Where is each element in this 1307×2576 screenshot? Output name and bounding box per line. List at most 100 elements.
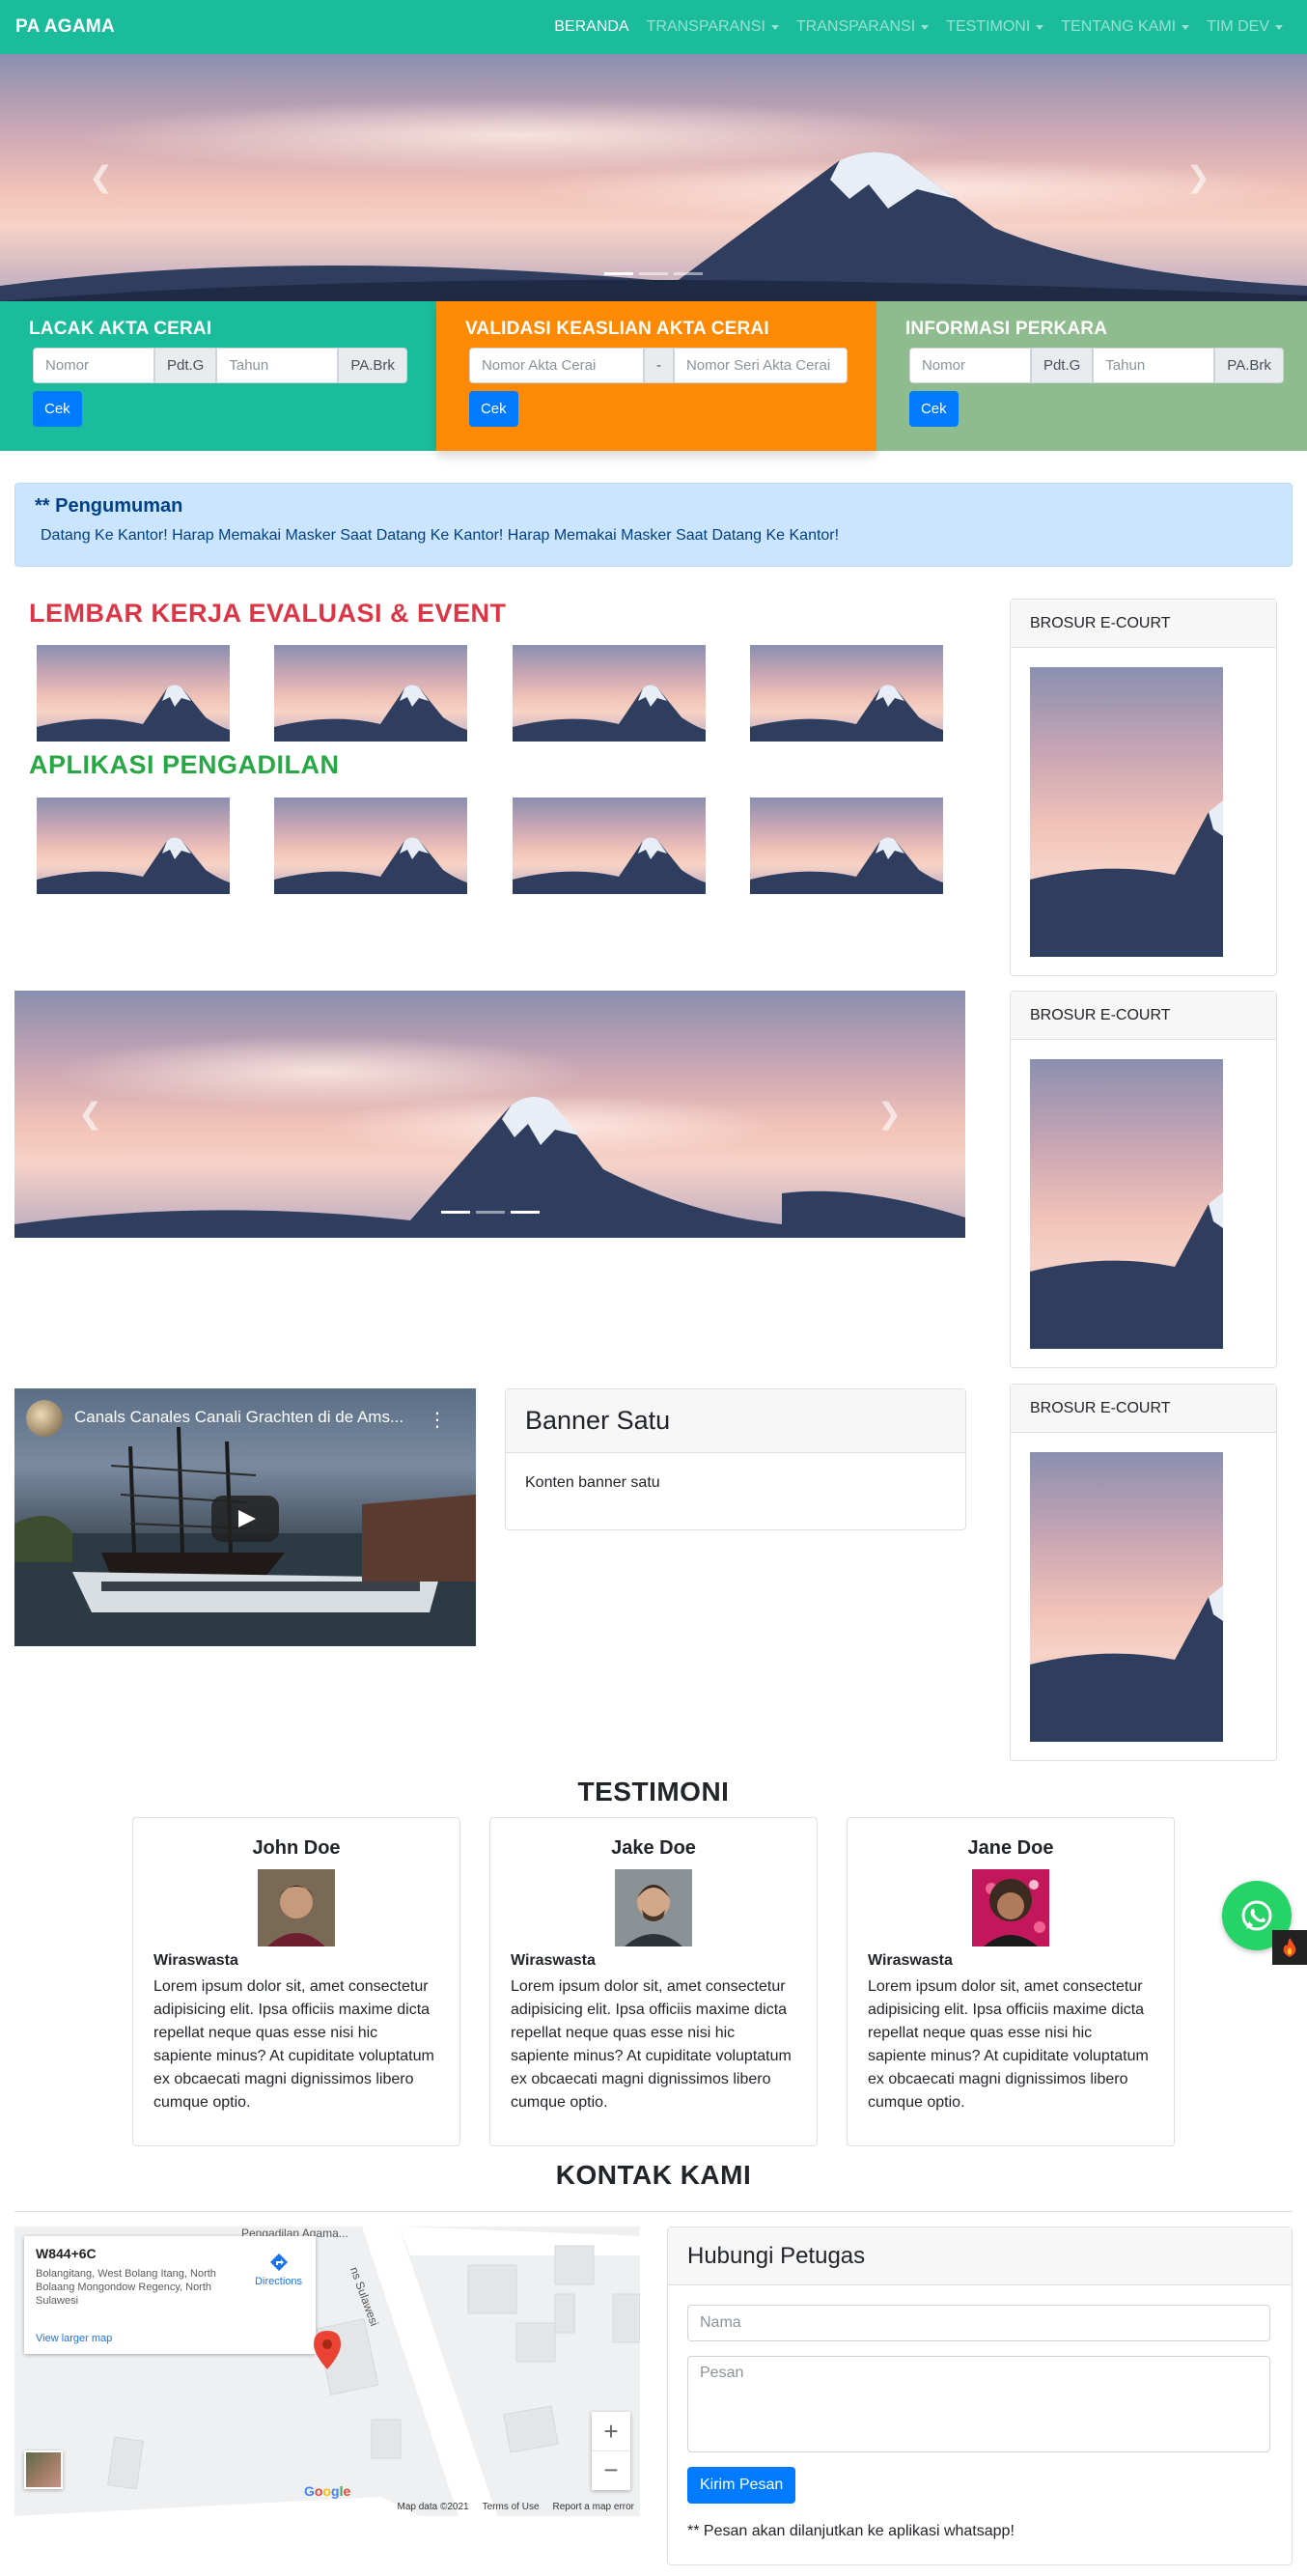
announcement-alert: ** Pengumuman Datang Ke Kantor! Harap Me… <box>14 483 1293 567</box>
nav-label: BERANDA <box>554 18 629 35</box>
panel-informasi-perkara: INFORMASI PERKARA Pdt.G PA.Brk Cek <box>876 301 1307 451</box>
perkara-tahun-input[interactable] <box>1093 348 1215 383</box>
view-larger-map-link[interactable]: View larger map <box>36 2333 112 2344</box>
message-textarea[interactable] <box>687 2356 1270 2452</box>
testimoni-role: Wiraswasta <box>868 1952 953 1969</box>
map-info-box: W844+6C Bolangitang, West Bolang Itang, … <box>24 2236 316 2354</box>
thumbnail-image[interactable] <box>37 645 230 742</box>
nomor-seri-input[interactable] <box>673 348 848 383</box>
nav-label: TRANSPARANSI <box>795 18 916 35</box>
brosur-card-2: BROSUR E-COURT <box>1010 991 1277 1368</box>
channel-avatar[interactable] <box>26 1400 63 1437</box>
brosur-image[interactable] <box>1030 1452 1223 1742</box>
thumbnail-image[interactable] <box>274 645 467 742</box>
nav-item-tim-dev[interactable]: TIM DEV <box>1198 18 1292 36</box>
lacak-nomor-input[interactable] <box>33 348 154 383</box>
brand-logo[interactable]: PA AGAMA <box>15 16 115 38</box>
map-footer: Map data ©2021 Terms of Use Report a map… <box>398 2502 634 2512</box>
thumbnail-image[interactable] <box>274 798 467 894</box>
testimoni-role: Wiraswasta <box>153 1952 238 1969</box>
directions-button[interactable]: Directions <box>255 2252 302 2287</box>
carousel-indicator[interactable] <box>440 1211 470 1214</box>
carousel-next-icon[interactable]: ❯ <box>1186 161 1210 195</box>
testimoni-card-john: John Doe Wiraswasta Lorem ipsum dolor si… <box>132 1817 460 2146</box>
perkara-cek-button[interactable]: Cek <box>908 391 959 427</box>
section-title-aplikasi: APLIKASI PENGADILAN <box>29 750 340 779</box>
brosur-image[interactable] <box>1030 1059 1223 1349</box>
perkara-input-group: Pdt.G PA.Brk <box>908 348 1284 383</box>
brosur-card-title: BROSUR E-COURT <box>1011 992 1276 1040</box>
avatar <box>615 1869 692 1946</box>
nav-item-transparansi-2[interactable]: TRANSPARANSI <box>788 18 937 36</box>
google-map[interactable]: Pengadilan Agama... ns Sulawesi W844+6C … <box>14 2226 640 2516</box>
play-icon[interactable] <box>211 1496 279 1542</box>
validasi-cek-button[interactable]: Cek <box>468 391 518 427</box>
terms-link[interactable]: Terms of Use <box>483 2502 540 2512</box>
brosur-card-3: BROSUR E-COURT <box>1010 1384 1277 1761</box>
form-note: ** Pesan akan dilanjutkan ke aplikasi wh… <box>687 2523 1015 2539</box>
nav-item-testimoni[interactable]: TESTIMONI <box>937 18 1052 36</box>
carousel-indicators <box>440 1211 540 1214</box>
carousel-next-icon[interactable]: ❯ <box>877 1098 902 1132</box>
avatar <box>972 1869 1049 1946</box>
carousel-indicator[interactable] <box>674 272 703 275</box>
hero-carousel: ❮ ❯ <box>0 54 1307 301</box>
caret-down-icon <box>1182 24 1190 30</box>
caret-down-icon <box>921 24 930 30</box>
brosur-card-title: BROSUR E-COURT <box>1011 1385 1276 1433</box>
testimoni-name: Jake Doe <box>611 1837 696 1859</box>
banner-content: Konten banner satu <box>525 1474 660 1491</box>
carousel-prev-icon[interactable]: ❮ <box>89 161 113 195</box>
thumbnail-image[interactable] <box>750 645 943 742</box>
nav-item-transparansi-1[interactable]: TRANSPARANSI <box>638 18 788 36</box>
send-message-button[interactable]: Kirim Pesan <box>687 2467 796 2504</box>
nav-label: TESTIMONI <box>946 18 1031 35</box>
panel-title: INFORMASI PERKARA <box>904 319 1108 339</box>
map-address: Bolangitang, West Bolang Itang, North Bo… <box>36 2268 216 2307</box>
nav-item-tentang-kami[interactable]: TENTANG KAMI <box>1052 18 1198 36</box>
testimoni-name: Jane Doe <box>967 1837 1054 1859</box>
lacak-tahun-input[interactable] <box>216 348 339 383</box>
caret-down-icon <box>1036 24 1044 30</box>
nomor-akta-input[interactable] <box>468 348 644 383</box>
report-error-link[interactable]: Report a map error <box>553 2502 634 2512</box>
testimoni-text: Lorem ipsum dolor sit, amet consectetur … <box>153 1978 434 2111</box>
zoom-out-button[interactable]: − <box>592 2450 630 2489</box>
thumbnail-image[interactable] <box>750 798 943 894</box>
addon-pdtg: Pdt.G <box>1030 348 1094 383</box>
lacak-cek-button[interactable]: Cek <box>33 391 82 427</box>
more-vert-icon[interactable]: ⋮ <box>428 1408 447 1432</box>
zoom-in-button[interactable]: + <box>592 2412 630 2450</box>
divider <box>14 2211 1293 2212</box>
caret-down-icon <box>1275 24 1283 30</box>
name-input[interactable] <box>687 2305 1270 2341</box>
perkara-nomor-input[interactable] <box>908 348 1031 383</box>
carousel-indicator[interactable] <box>510 1211 540 1214</box>
announcement-title: ** Pengumuman <box>35 495 183 517</box>
video-title[interactable]: Canals Canales Canali Grachten di de Ams… <box>74 1408 422 1427</box>
mid-carousel-image <box>14 1096 782 1238</box>
brosur-image[interactable] <box>1030 667 1223 957</box>
youtube-embed[interactable]: Canals Canales Canali Grachten di de Ams… <box>14 1388 476 1646</box>
validasi-input-group: - <box>468 348 848 383</box>
map-pin-icon[interactable] <box>314 2331 341 2369</box>
panel-title: LACAK AKTA CERAI <box>29 319 212 339</box>
announcement-marquee: Datang Ke Kantor! Harap Memakai Masker S… <box>41 527 840 544</box>
thumbnail-image[interactable] <box>513 798 706 894</box>
carousel-prev-icon[interactable]: ❮ <box>78 1098 102 1132</box>
satellite-toggle[interactable] <box>24 2450 63 2489</box>
brosur-card-title: BROSUR E-COURT <box>1011 600 1276 648</box>
carousel-indicator[interactable] <box>604 272 633 275</box>
nav-label: TENTANG KAMI <box>1061 18 1177 35</box>
testimoni-role: Wiraswasta <box>511 1952 596 1969</box>
carousel-indicator[interactable] <box>475 1211 505 1214</box>
mid-carousel: ❮ ❯ <box>14 991 965 1238</box>
thumbnail-image[interactable] <box>513 645 706 742</box>
nav-item-beranda[interactable]: BERANDA <box>545 18 637 36</box>
navbar: PA AGAMA BERANDA TRANSPARANSI TRANSPARAN… <box>0 0 1307 54</box>
thumbnail-image[interactable] <box>37 798 230 894</box>
caret-down-icon <box>770 24 779 30</box>
fire-icon[interactable] <box>1272 1930 1307 1965</box>
carousel-indicator[interactable] <box>639 272 668 275</box>
nav-label: TIM DEV <box>1207 18 1269 35</box>
